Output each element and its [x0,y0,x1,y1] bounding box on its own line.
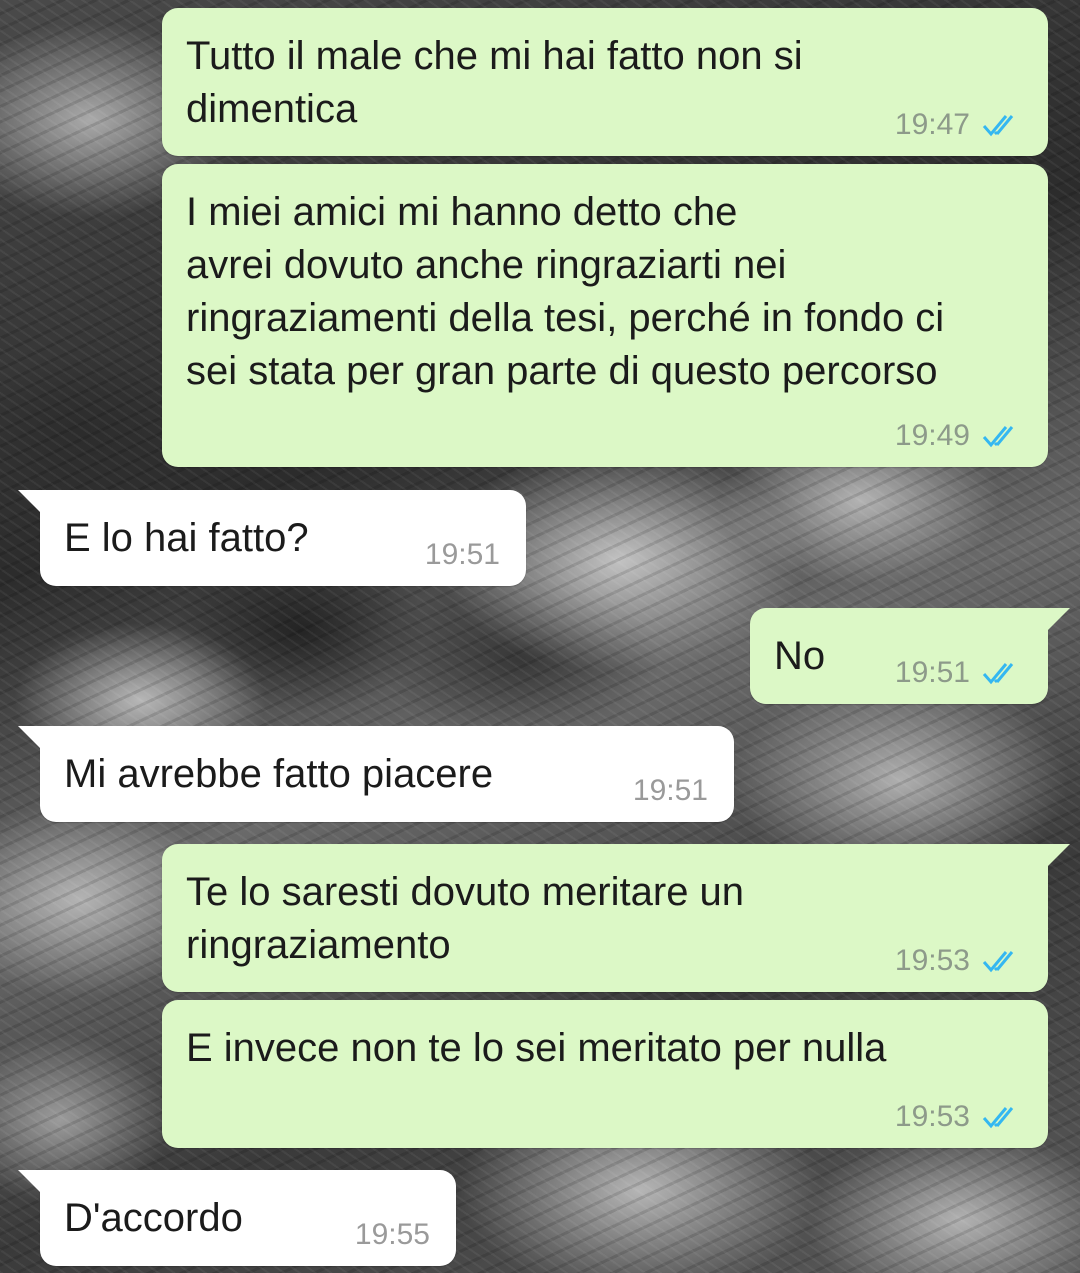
outgoing-message[interactable]: Tutto il male che mi hai fatto non si di… [162,8,1048,156]
message-meta: 19:55 [355,1218,430,1252]
incoming-message[interactable]: Mi avrebbe fatto piacere 19:51 [18,726,734,822]
message-time: 19:51 [632,774,708,807]
outgoing-message[interactable]: No 19:51 [750,608,1070,704]
message-meta: 19:49 [895,419,1022,453]
incoming-message[interactable]: E lo hai fatto? 19:51 [18,490,526,586]
message-meta: 19:51 [633,774,708,808]
message-meta: 19:51 [425,538,500,572]
message-time: 19:53 [894,944,970,977]
message-meta: 19:47 [895,108,1022,142]
message-time: 19:55 [354,1218,430,1251]
message-meta: 19:51 [895,656,1022,690]
message-time: 19:47 [894,108,970,141]
message-text: Mi avrebbe fatto piacere [64,752,494,796]
message-text: I miei amici mi hanno detto che avrei do… [186,190,945,393]
message-meta: 19:53 [895,1100,1022,1134]
message-time: 19:51 [424,538,500,571]
outgoing-message[interactable]: Te lo saresti dovuto meritare un ringraz… [162,844,1070,992]
message-time: 19:51 [894,656,970,689]
double-check-read-icon [982,115,1014,137]
double-check-read-icon [982,663,1014,685]
outgoing-message[interactable]: E invece non te lo sei meritato per null… [162,1000,1048,1148]
double-check-read-icon [982,426,1014,448]
double-check-read-icon [982,951,1014,973]
incoming-message[interactable]: D'accordo 19:55 [18,1170,456,1266]
outgoing-message[interactable]: I miei amici mi hanno detto che avrei do… [162,164,1048,467]
message-text: E invece non te lo sei meritato per null… [186,1026,887,1070]
message-meta: 19:53 [895,944,1022,978]
double-check-read-icon [982,1107,1014,1129]
message-time: 19:53 [894,1100,970,1133]
message-time: 19:49 [894,419,970,452]
